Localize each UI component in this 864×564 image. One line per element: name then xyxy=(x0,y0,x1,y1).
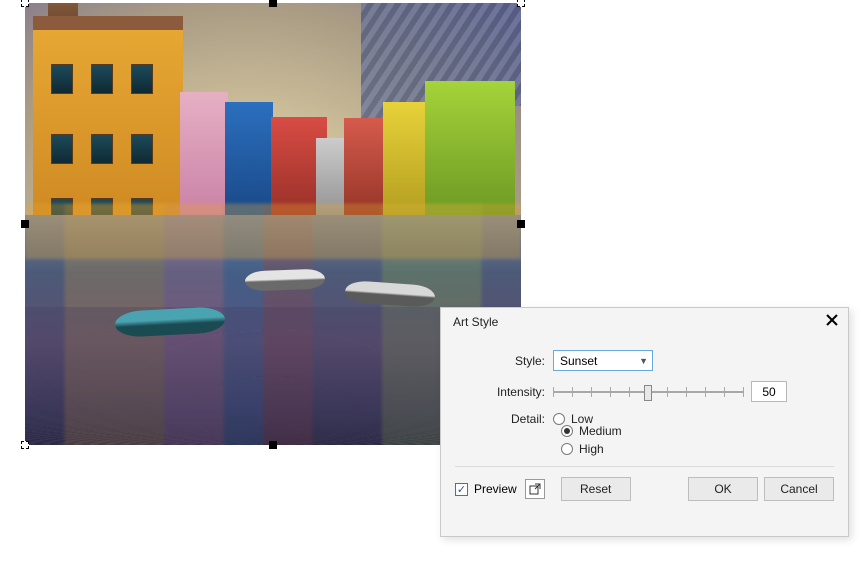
intensity-label: Intensity: xyxy=(455,385,553,399)
selection-handle-s[interactable] xyxy=(269,441,277,449)
art-style-dialog: Art Style Style: Sunset ▼ Intensity: xyxy=(440,307,849,537)
style-label: Style: xyxy=(455,354,553,368)
selection-handle-sw[interactable] xyxy=(21,441,29,449)
reset-button[interactable]: Reset xyxy=(561,477,631,501)
ok-button[interactable]: OK xyxy=(688,477,758,501)
intensity-slider[interactable] xyxy=(553,382,743,402)
selection-handle-e[interactable] xyxy=(517,220,525,228)
style-dropdown-value: Sunset xyxy=(560,354,597,368)
style-dropdown[interactable]: Sunset ▼ xyxy=(553,350,653,371)
detail-label-high: High xyxy=(579,442,604,456)
chevron-down-icon: ▼ xyxy=(639,356,648,366)
selection-handle-w[interactable] xyxy=(21,220,29,228)
preview-label: Preview xyxy=(474,482,517,496)
slider-thumb[interactable] xyxy=(644,385,652,401)
detail-radio-high[interactable] xyxy=(561,443,573,455)
detail-label-medium: Medium xyxy=(579,424,622,438)
boat-white-small xyxy=(245,269,326,292)
selection-handle-ne[interactable] xyxy=(517,0,525,7)
intensity-input[interactable] xyxy=(751,381,787,402)
detail-radio-medium[interactable] xyxy=(561,425,573,437)
selection-handle-n[interactable] xyxy=(269,0,277,7)
cancel-button[interactable]: Cancel xyxy=(764,477,834,501)
popout-icon[interactable] xyxy=(525,479,545,499)
detail-label: Detail: xyxy=(455,412,553,426)
preview-checkbox[interactable]: ✓ xyxy=(455,483,468,496)
close-icon[interactable] xyxy=(826,314,838,330)
dialog-title: Art Style xyxy=(453,315,498,329)
selection-handle-nw[interactable] xyxy=(21,0,29,7)
